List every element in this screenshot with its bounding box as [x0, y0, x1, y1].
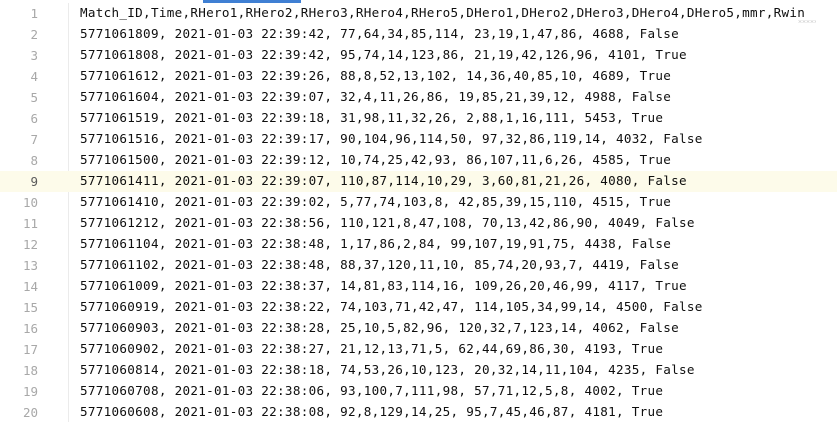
line-number: 4 — [30, 69, 38, 84]
line-number: 1 — [30, 6, 38, 21]
line-number: 13 — [22, 258, 38, 273]
line-text[interactable]: 5771061212, 2021-01-03 22:38:56, 110,121… — [80, 215, 695, 231]
line-number: 2 — [30, 27, 38, 42]
line-number: 7 — [30, 132, 38, 147]
editor-line[interactable]: 3 5771061808, 2021-01-03 22:39:42, 95,74… — [0, 45, 837, 66]
line-text[interactable]: 5771061516, 2021-01-03 22:39:17, 90,104,… — [80, 131, 703, 147]
line-number: 15 — [22, 300, 38, 315]
line-number: 18 — [22, 363, 38, 378]
line-number: 17 — [22, 342, 38, 357]
editor-line[interactable]: 7 5771061516, 2021-01-03 22:39:17, 90,10… — [0, 129, 837, 150]
line-text[interactable]: 5771060902, 2021-01-03 22:38:27, 21,12,1… — [80, 341, 663, 357]
line-text[interactable]: 5771061612, 2021-01-03 22:39:26, 88,8,52… — [80, 68, 671, 84]
code-editor[interactable]: 1 Match_ID,Time,RHero1,RHero2,RHero3,RHe… — [0, 3, 837, 422]
editor-line[interactable]: 11 5771061212, 2021-01-03 22:38:56, 110,… — [0, 213, 837, 234]
editor-line[interactable]: 16 5771060903, 2021-01-03 22:38:28, 25,1… — [0, 318, 837, 339]
line-text[interactable]: 5771061102, 2021-01-03 22:38:48, 88,37,1… — [80, 257, 679, 273]
line-number: 12 — [22, 237, 38, 252]
editor-line[interactable]: 1 Match_ID,Time,RHero1,RHero2,RHero3,RHe… — [0, 3, 837, 24]
editor-line[interactable]: 20 5771060608, 2021-01-03 22:38:08, 92,8… — [0, 402, 837, 423]
line-number: 9 — [30, 174, 38, 189]
editor-line[interactable]: 15 5771060919, 2021-01-03 22:38:22, 74,1… — [0, 297, 837, 318]
editor-line[interactable]: 18 5771060814, 2021-01-03 22:38:18, 74,5… — [0, 360, 837, 381]
line-text[interactable]: 5771061410, 2021-01-03 22:39:02, 5,77,74… — [80, 194, 671, 210]
editor-line[interactable]: 10 5771061410, 2021-01-03 22:39:02, 5,77… — [0, 192, 837, 213]
editor-line[interactable]: 2 5771061809, 2021-01-03 22:39:42, 77,64… — [0, 24, 837, 45]
line-text[interactable]: 5771060919, 2021-01-03 22:38:22, 74,103,… — [80, 299, 703, 315]
editor-line[interactable]: 8 5771061500, 2021-01-03 22:39:12, 10,74… — [0, 150, 837, 171]
line-text[interactable]: 5771061500, 2021-01-03 22:39:12, 10,74,2… — [80, 152, 671, 168]
spellcheck-underline — [798, 20, 816, 23]
line-number: 5 — [30, 90, 38, 105]
editor-line[interactable]: 19 5771060708, 2021-01-03 22:38:06, 93,1… — [0, 381, 837, 402]
line-text[interactable]: 5771061604, 2021-01-03 22:39:07, 32,4,11… — [80, 89, 671, 105]
line-number: 8 — [30, 153, 38, 168]
editor-line[interactable]: 5 5771061604, 2021-01-03 22:39:07, 32,4,… — [0, 87, 837, 108]
editor-line[interactable]: 6 5771061519, 2021-01-03 22:39:18, 31,98… — [0, 108, 837, 129]
line-text[interactable]: 5771060814, 2021-01-03 22:38:18, 74,53,2… — [80, 362, 695, 378]
line-text[interactable]: 5771061809, 2021-01-03 22:39:42, 77,64,3… — [80, 26, 679, 42]
line-number: 6 — [30, 111, 38, 126]
line-text[interactable]: 5771061808, 2021-01-03 22:39:42, 95,74,1… — [80, 47, 687, 63]
editor-line[interactable]: 13 5771061102, 2021-01-03 22:38:48, 88,3… — [0, 255, 837, 276]
line-number: 3 — [30, 48, 38, 63]
editor-line-current[interactable]: 9 5771061411, 2021-01-03 22:39:07, 110,8… — [0, 171, 837, 192]
editor-line[interactable]: 14 5771061009, 2021-01-03 22:38:37, 14,8… — [0, 276, 837, 297]
line-number: 14 — [22, 279, 38, 294]
editor-line[interactable]: 4 5771061612, 2021-01-03 22:39:26, 88,8,… — [0, 66, 837, 87]
line-text[interactable]: 5771060708, 2021-01-03 22:38:06, 93,100,… — [80, 383, 663, 399]
editor-line[interactable]: 12 5771061104, 2021-01-03 22:38:48, 1,17… — [0, 234, 837, 255]
line-number: 19 — [22, 384, 38, 399]
line-text[interactable]: 5771061104, 2021-01-03 22:38:48, 1,17,86… — [80, 236, 671, 252]
line-text[interactable]: 5771061519, 2021-01-03 22:39:18, 31,98,1… — [80, 110, 663, 126]
line-text[interactable]: 5771060903, 2021-01-03 22:38:28, 25,10,5… — [80, 320, 679, 336]
editor-line[interactable]: 17 5771060902, 2021-01-03 22:38:27, 21,1… — [0, 339, 837, 360]
line-number: 11 — [22, 216, 38, 231]
line-number: 16 — [22, 321, 38, 336]
line-text[interactable]: 5771061009, 2021-01-03 22:38:37, 14,81,8… — [80, 278, 687, 294]
line-text[interactable]: 5771061411, 2021-01-03 22:39:07, 110,87,… — [80, 173, 687, 189]
line-text[interactable]: Match_ID,Time,RHero1,RHero2,RHero3,RHero… — [80, 5, 805, 21]
line-text[interactable]: 5771060608, 2021-01-03 22:38:08, 92,8,12… — [80, 404, 663, 420]
line-number: 10 — [22, 195, 38, 210]
line-number: 20 — [22, 405, 38, 420]
